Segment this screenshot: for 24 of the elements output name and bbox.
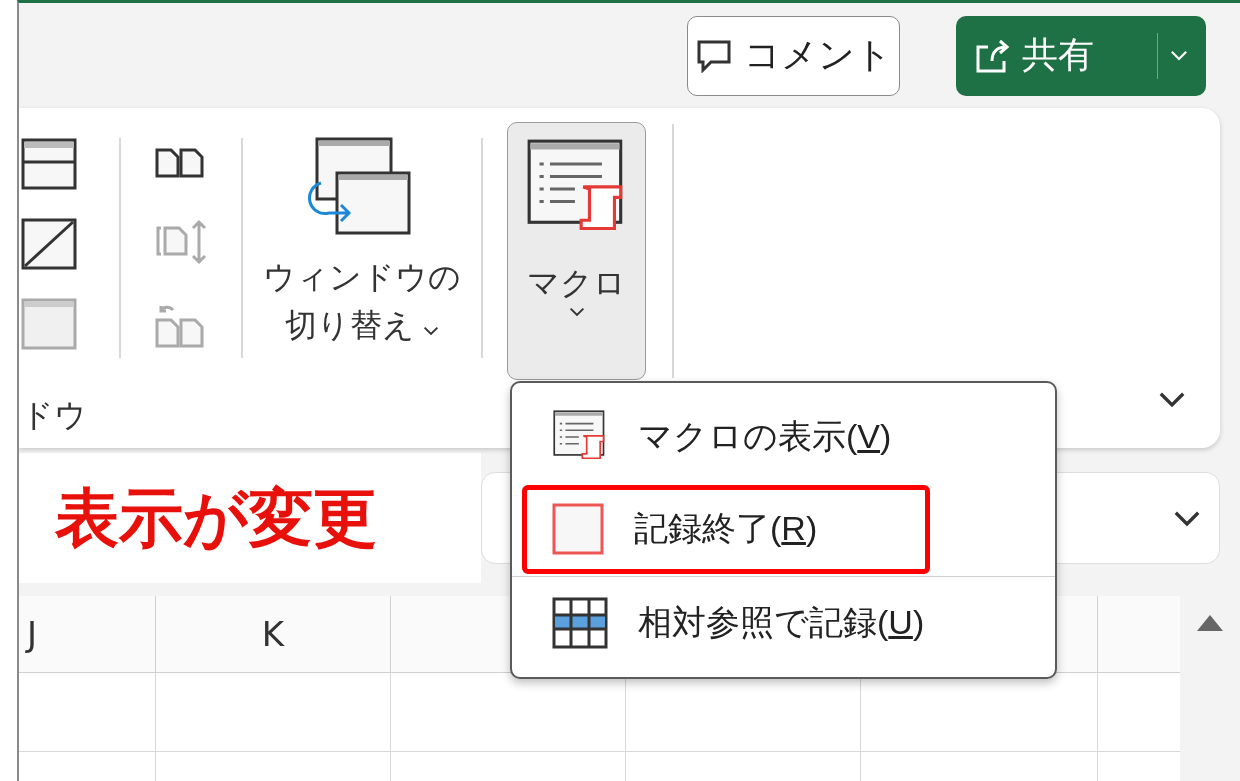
- switch-windows-button[interactable]: ウィンドウの 切り替え: [257, 134, 467, 364]
- menu-item[interactable]: 相対参照で記録(U): [512, 575, 1055, 669]
- expand-chevron-icon: [1173, 509, 1201, 527]
- collapse-chevron-icon: [1158, 391, 1186, 408]
- annotation-text: 表示が変更: [55, 480, 377, 556]
- stop-square-icon: [552, 503, 604, 556]
- macro-button[interactable]: マクロ: [507, 122, 646, 380]
- chevron-down-icon: [1170, 50, 1188, 61]
- hide-window-icon[interactable]: [21, 216, 77, 272]
- grid-icon: [552, 596, 608, 649]
- share-icon: [974, 38, 1010, 73]
- column-header[interactable]: J: [19, 596, 156, 672]
- scroll-bar[interactable]: [1180, 593, 1240, 781]
- comment-button[interactable]: コメント: [687, 15, 900, 96]
- group-label: ドウ: [21, 396, 87, 435]
- chevron-down-icon: [568, 307, 585, 317]
- column-header[interactable]: K: [156, 596, 391, 672]
- share-button[interactable]: 共有: [956, 15, 1206, 96]
- comment-icon: [695, 38, 732, 73]
- chevron-down-icon: [423, 326, 440, 336]
- menu-item[interactable]: マクロの表示(V): [512, 391, 1055, 484]
- menu-item[interactable]: 記録終了(R): [512, 483, 1055, 576]
- split-icon[interactable]: [21, 136, 77, 192]
- scroll-up-icon[interactable]: [1195, 613, 1225, 633]
